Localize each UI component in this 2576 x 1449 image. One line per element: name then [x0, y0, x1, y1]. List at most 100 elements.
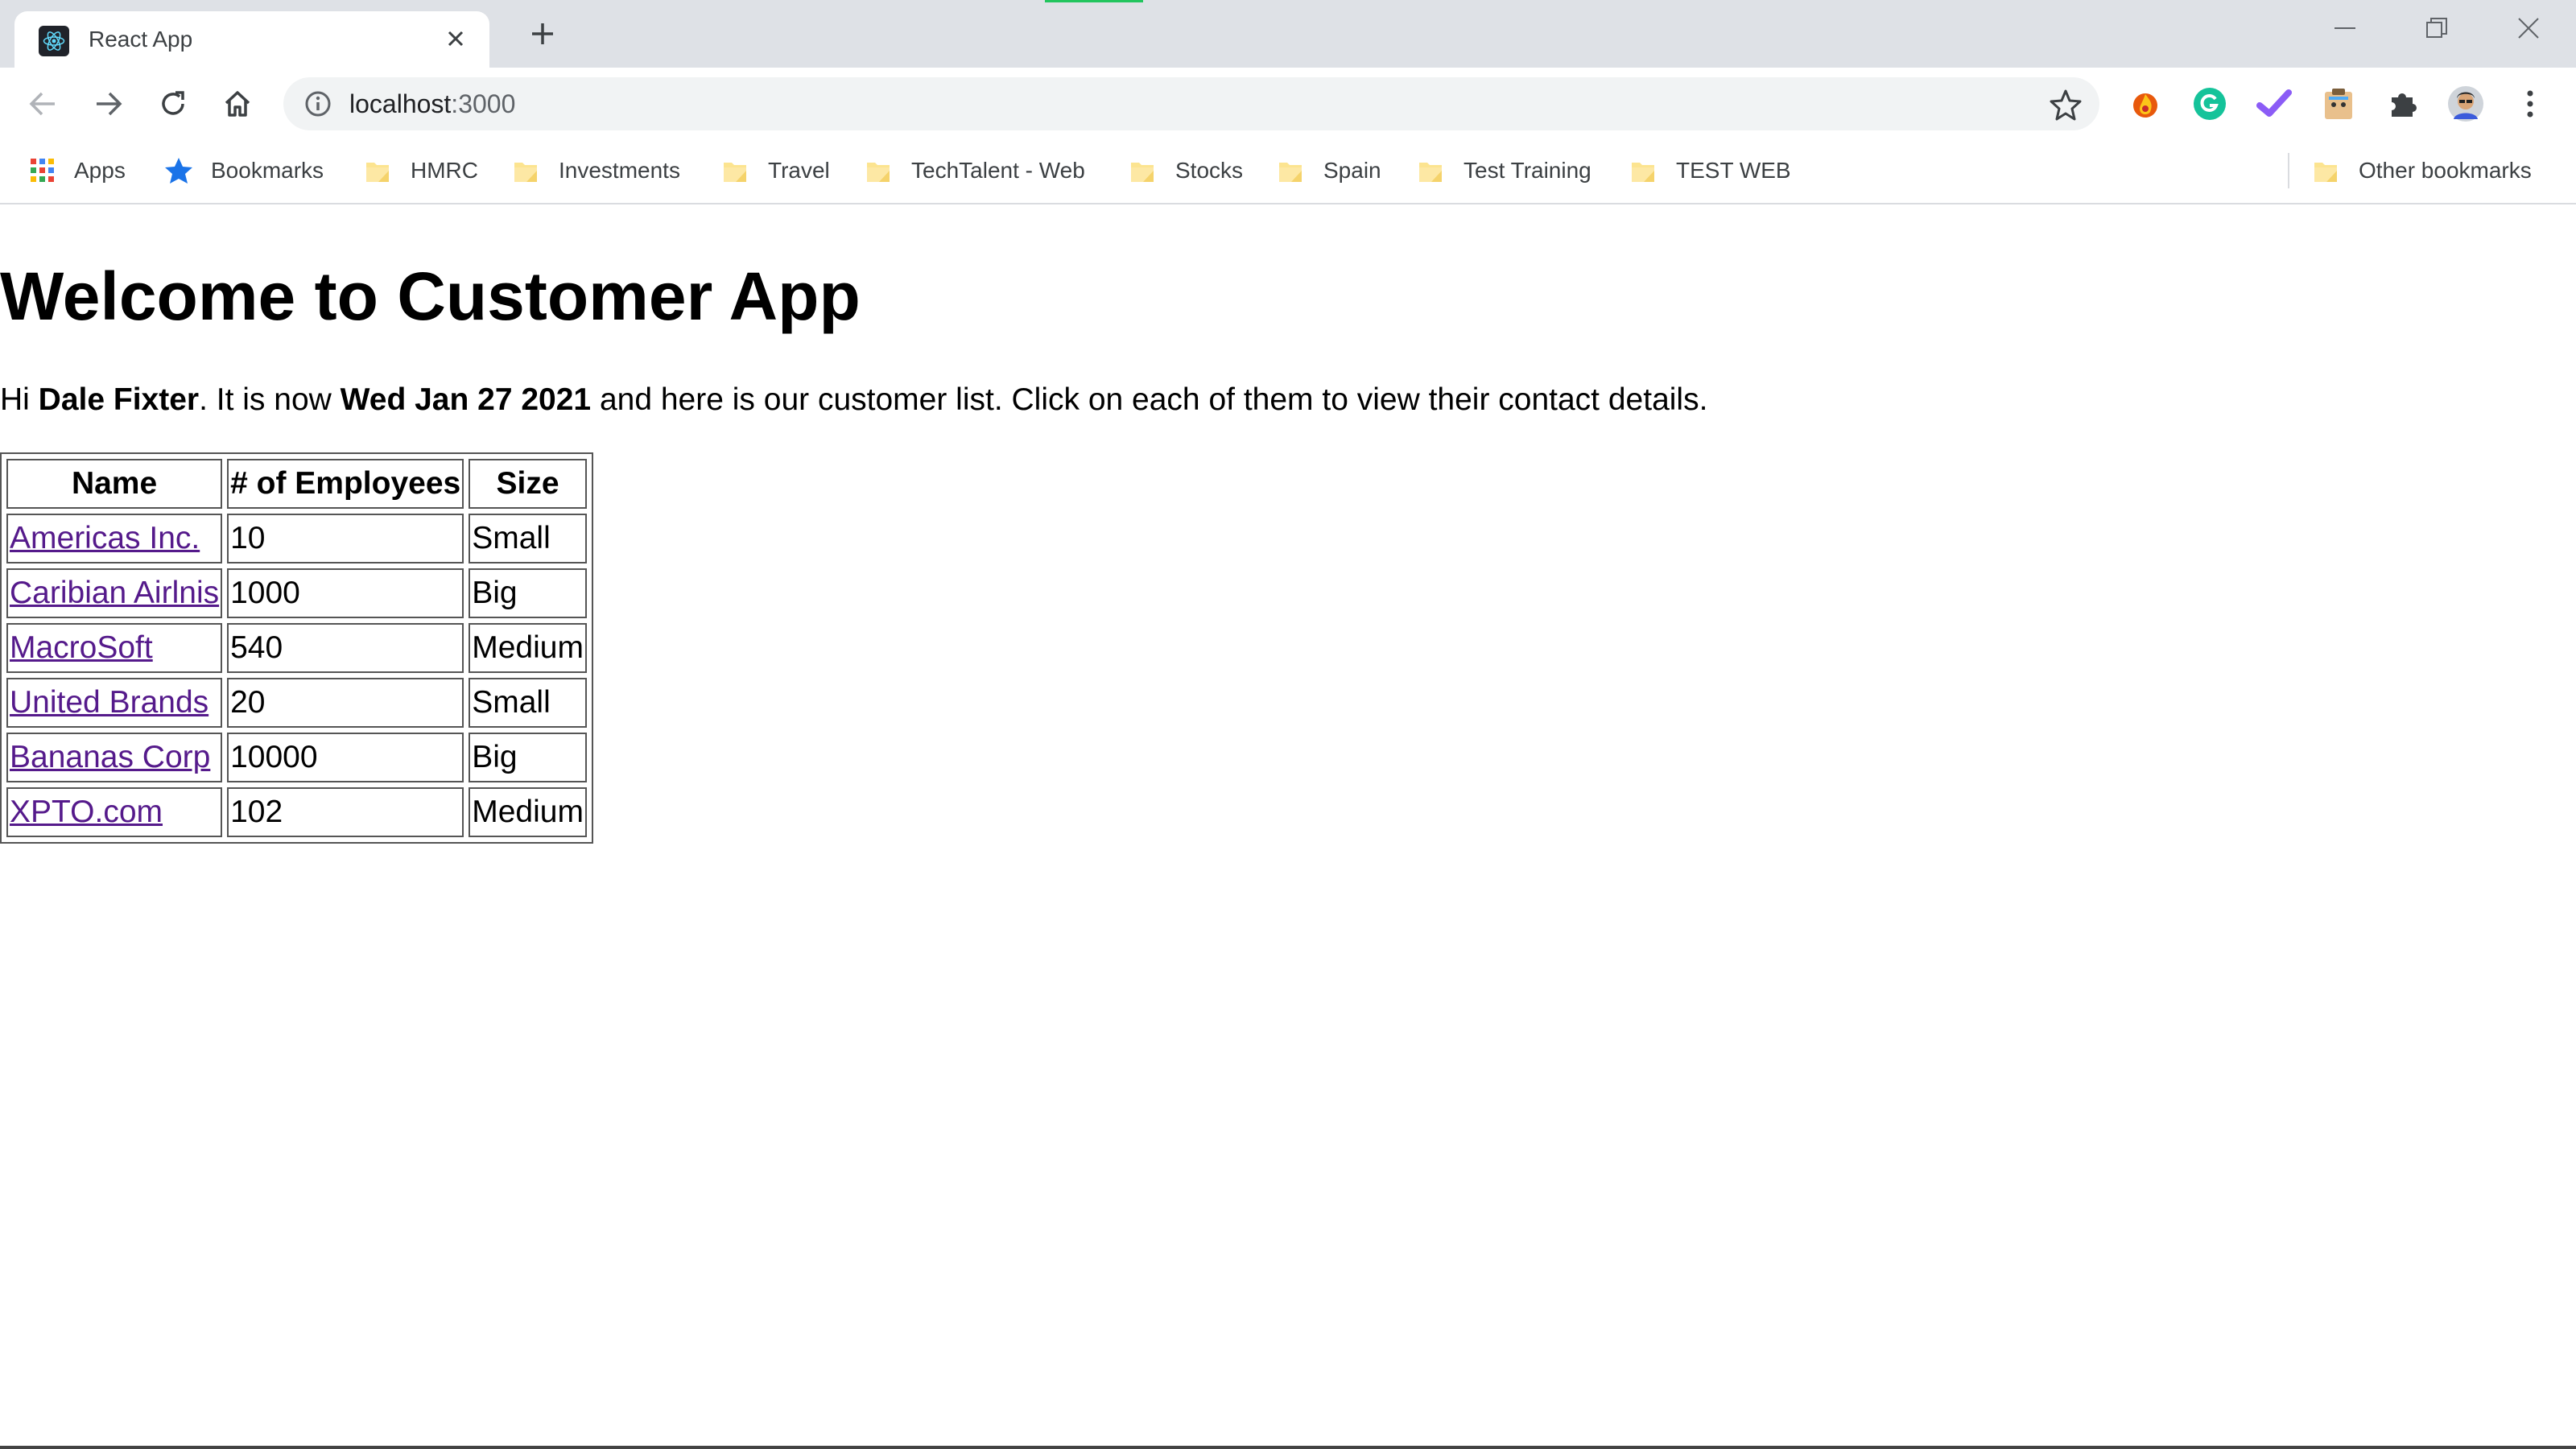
table-row: Americas Inc. 10 Small: [6, 514, 587, 564]
folder-icon: [514, 159, 538, 182]
bookmark-label: TEST WEB: [1676, 158, 1791, 183]
bookmark-star-icon[interactable]: [2050, 89, 2082, 121]
folder-icon: [1418, 159, 1443, 182]
address-bar[interactable]: localhost:3000: [283, 77, 2099, 130]
bookmark-label: Bookmarks: [211, 158, 324, 183]
browser-tab[interactable]: React App: [14, 11, 489, 68]
minimize-icon: [2334, 27, 2355, 29]
column-header-size: Size: [469, 459, 587, 509]
bookmark-folder-stocks[interactable]: Stocks: [1130, 155, 1243, 187]
page-title: Welcome to Customer App: [0, 258, 861, 334]
url-host: localhost: [349, 89, 452, 118]
avatar[interactable]: [2447, 85, 2484, 122]
restore-button[interactable]: [2401, 8, 2473, 48]
folder-icon: [2314, 159, 2338, 182]
bookmark-label: Apps: [74, 158, 126, 183]
table-row: United Brands 20 Small: [6, 678, 587, 728]
close-tab-icon[interactable]: [441, 24, 470, 53]
tab-title: React App: [89, 27, 193, 52]
intro-text: Hi Dale Fixter. It is now Wed Jan 27 202…: [0, 382, 1707, 419]
bookmark-folder-hmrc[interactable]: HMRC: [365, 155, 478, 187]
customer-link[interactable]: Caribian Airlnis: [10, 576, 219, 610]
puzzle-icon[interactable]: [2384, 85, 2421, 122]
bookmark-other-bookmarks[interactable]: Other bookmarks: [2314, 155, 2532, 187]
column-header-name: Name: [6, 459, 223, 509]
bookmark-label: Test Training: [1463, 158, 1591, 183]
intro-suffix: and here is our customer list. Click on …: [591, 382, 1708, 417]
clipboard-extension-icon[interactable]: [2320, 85, 2357, 122]
customer-name-cell: Caribian Airlnis: [6, 568, 223, 618]
fire-extension-icon[interactable]: [2127, 85, 2164, 122]
table-row: Bananas Corp 10000 Big: [6, 733, 587, 782]
table-header-row: Name # of Employees Size: [6, 459, 587, 509]
bookmark-folder-test-training[interactable]: Test Training: [1418, 155, 1591, 187]
size-cell: Medium: [469, 787, 587, 837]
table-row: XPTO.com 102 Medium: [6, 787, 587, 837]
customer-link[interactable]: Americas Inc.: [10, 521, 200, 555]
tab-strip: React App: [0, 0, 2576, 68]
checkmark-extension-icon[interactable]: [2256, 85, 2293, 122]
customer-name-cell: XPTO.com: [6, 787, 223, 837]
folder-icon: [365, 159, 390, 182]
customer-link[interactable]: MacroSoft: [10, 630, 153, 665]
size-cell: Small: [469, 678, 587, 728]
bookmark-bookmarks[interactable]: Bookmarks: [164, 155, 324, 187]
bookmark-label: HMRC: [411, 158, 478, 183]
plus-icon: [532, 23, 553, 44]
employees-cell: 10000: [227, 733, 464, 782]
intro-mid: . It is now: [199, 382, 341, 417]
apps-grid-icon: [29, 157, 56, 184]
table-row: Caribian Airlnis 1000 Big: [6, 568, 587, 618]
bookmark-label: TechTalent - Web: [911, 158, 1085, 183]
employees-cell: 10: [227, 514, 464, 564]
customer-link[interactable]: Bananas Corp: [10, 740, 210, 774]
bookmark-label: Investments: [559, 158, 680, 183]
bookmark-folder-techtalent[interactable]: TechTalent - Web: [866, 155, 1085, 187]
folder-icon: [1278, 159, 1302, 182]
minimize-button[interactable]: [2309, 8, 2381, 48]
folder-icon: [1130, 159, 1154, 182]
react-logo-icon: [39, 26, 69, 56]
url-port: :3000: [451, 89, 516, 118]
star-icon: [164, 157, 193, 184]
employees-cell: 540: [227, 623, 464, 673]
info-icon[interactable]: [304, 90, 332, 118]
more-vert-icon[interactable]: [2512, 85, 2549, 122]
grammarly-icon[interactable]: [2191, 85, 2228, 122]
bookmark-apps[interactable]: Apps: [29, 155, 126, 187]
new-tab-button[interactable]: [523, 16, 562, 52]
reload-button[interactable]: [153, 84, 193, 124]
folder-icon: [1631, 159, 1655, 182]
bookmark-folder-spain[interactable]: Spain: [1278, 155, 1381, 187]
folder-icon: [866, 159, 890, 182]
customer-name-cell: Bananas Corp: [6, 733, 223, 782]
close-window-button[interactable]: [2492, 8, 2565, 48]
size-cell: Big: [469, 568, 587, 618]
bookmark-folder-test-web[interactable]: TEST WEB: [1631, 155, 1791, 187]
bottom-border: [0, 1446, 2576, 1449]
customer-link[interactable]: XPTO.com: [10, 795, 163, 829]
table-row: MacroSoft 540 Medium: [6, 623, 587, 673]
arrow-right-icon: [97, 92, 122, 116]
size-cell: Small: [469, 514, 587, 564]
home-button[interactable]: [217, 84, 258, 124]
url-text[interactable]: localhost:3000: [349, 89, 515, 118]
bookmark-label: Other bookmarks: [2359, 158, 2532, 183]
bookmark-label: Stocks: [1175, 158, 1244, 183]
bookmarks-bar: Apps Bookmarks HMRC Investments Travel T…: [0, 140, 2576, 204]
customer-name-cell: MacroSoft: [6, 623, 223, 673]
back-button[interactable]: [23, 84, 63, 124]
home-icon: [225, 91, 250, 117]
size-cell: Big: [469, 733, 587, 782]
intro-prefix: Hi: [0, 382, 39, 417]
employees-cell: 1000: [227, 568, 464, 618]
customer-table: Name # of Employees Size Americas Inc. 1…: [0, 452, 593, 844]
forward-button[interactable]: [89, 84, 129, 124]
folder-icon: [723, 159, 747, 182]
customer-name-cell: Americas Inc.: [6, 514, 223, 564]
close-window-icon: [2518, 18, 2539, 39]
bookmark-folder-investments[interactable]: Investments: [514, 155, 680, 187]
customer-link[interactable]: United Brands: [10, 685, 208, 720]
browser-toolbar: localhost:3000: [0, 68, 2576, 140]
bookmark-folder-travel[interactable]: Travel: [723, 155, 830, 187]
